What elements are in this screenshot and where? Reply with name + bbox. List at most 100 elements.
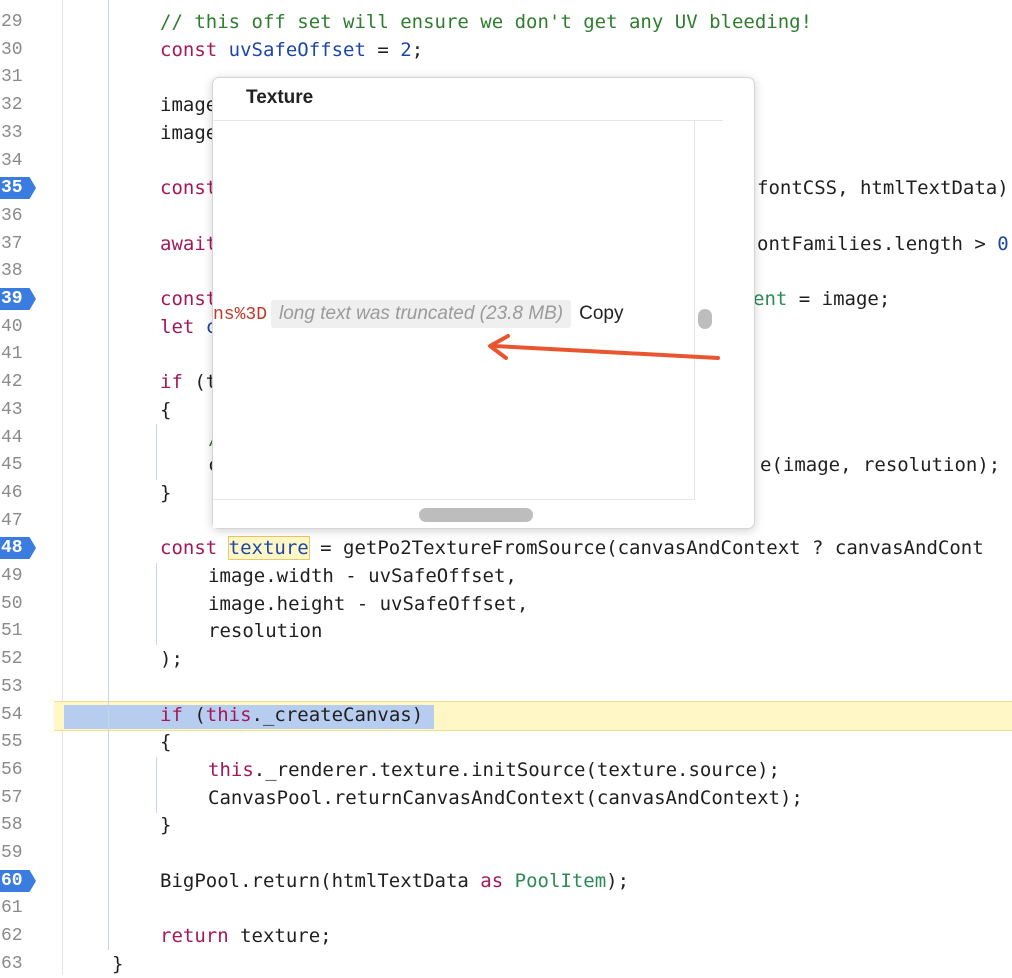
line-number-text: 41 [1, 344, 23, 364]
code-line[interactable]: 53 [0, 673, 1012, 701]
line-number[interactable]: 37 [0, 230, 41, 258]
line-number[interactable]: 55 [0, 728, 41, 756]
code-token: BigPool.return(htmlTextData [160, 870, 481, 892]
line-number[interactable]: 53 [0, 673, 41, 701]
line-number[interactable]: 49 [0, 562, 41, 590]
line-number[interactable]: 50 [0, 590, 41, 618]
code-line[interactable]: 59 [0, 839, 1012, 867]
line-number[interactable]: 44 [0, 424, 41, 452]
code-token: } [160, 482, 172, 504]
line-number[interactable]: 34 [0, 147, 41, 175]
line-number-text: 31 [1, 67, 23, 87]
line-number[interactable]: 59 [0, 839, 41, 867]
code-text: { [160, 396, 171, 424]
code-line[interactable]: 60 BigPool.return(htmlTextData as PoolIte… [0, 867, 1012, 895]
code-text: image [160, 91, 217, 119]
line-number-text: 39 [1, 289, 23, 309]
line-number[interactable]: 31 [0, 63, 41, 91]
breakpoint-marker[interactable]: 39 [0, 285, 41, 313]
code-token: } [112, 953, 124, 975]
code-line[interactable]: 30 const uvSafeOffset = 2; [0, 36, 1012, 64]
line-number-text: 34 [1, 151, 23, 171]
code-token: this [205, 704, 252, 726]
line-number-text: 37 [1, 234, 23, 254]
line-number[interactable]: 61 [0, 894, 41, 922]
line-number[interactable]: 33 [0, 119, 41, 147]
code-line[interactable]: 48 const texture = getPo2TextureFromSourc… [0, 534, 1012, 562]
code-token: 0 [997, 233, 1009, 255]
code-text: ontFamilies.length > 0) [757, 230, 1012, 258]
line-number[interactable]: 54 [0, 701, 41, 729]
code-text: const [160, 174, 217, 202]
line-number[interactable]: 57 [0, 784, 41, 812]
value-prefix: ns%3D [213, 305, 268, 325]
code-line[interactable]: 52); [0, 645, 1012, 673]
code-line[interactable]: 58} [0, 811, 1012, 839]
code-text: resolution [208, 617, 322, 645]
code-line[interactable]: 51 resolution [0, 617, 1012, 645]
code-token: image [160, 122, 218, 144]
line-number-text: 60 [1, 871, 23, 891]
line-number[interactable]: 36 [0, 202, 41, 230]
code-token: image [160, 94, 218, 116]
texture-hover-popover[interactable]: Texture ns%3D long text was truncated (23… [212, 77, 755, 529]
code-line[interactable]: 49 image.width - uvSafeOffset, [0, 562, 1012, 590]
popover-body[interactable]: ns%3D long text was truncated (23.8 MB) Co… [213, 120, 723, 528]
line-number-text: 36 [1, 206, 23, 226]
code-text: this._renderer.texture.initSource(textur… [208, 756, 780, 784]
line-number[interactable]: 43 [0, 396, 41, 424]
code-token: ent [753, 288, 788, 310]
code-token: ._renderer.texture.initSource(texture.so… [253, 759, 780, 781]
line-number[interactable]: 32 [0, 91, 41, 119]
code-line[interactable]: 62 return texture; [0, 922, 1012, 950]
line-number[interactable]: 51 [0, 617, 41, 645]
line-number[interactable]: 29 [0, 8, 41, 36]
code-line[interactable]: 50 image.height - uvSafeOffset, [0, 590, 1012, 618]
code-token: ._createCanvas) [251, 704, 424, 726]
code-token: this [208, 759, 254, 781]
code-line[interactable]: 55 { [0, 728, 1012, 756]
breakpoint-marker[interactable]: 48 [0, 534, 41, 562]
code-token: as [480, 870, 504, 892]
code-text: e(image, resolution); [760, 451, 1000, 479]
code-line[interactable]: 29 // this off set will ensure we don't g… [0, 8, 1012, 36]
code-token: image.width - uvSafeOffset, [208, 565, 517, 587]
line-number[interactable]: 45 [0, 451, 41, 479]
line-number[interactable]: 56 [0, 756, 41, 784]
code-token: = getPo2TextureFromSource(canvasAndConte… [308, 537, 984, 559]
line-number-text: 53 [1, 677, 23, 697]
line-number[interactable]: 62 [0, 922, 41, 950]
line-number[interactable]: 42 [0, 368, 41, 396]
horizontal-scrollbar-thumb[interactable] [419, 508, 533, 522]
breakpoint-marker[interactable]: 60 [0, 867, 41, 895]
line-number[interactable]: 52 [0, 645, 41, 673]
code-text: const [160, 285, 217, 313]
code-line[interactable]: 61 [0, 894, 1012, 922]
breakpoint-marker[interactable]: 35 [0, 174, 41, 202]
code-text: const texture = getPo2TextureFromSource(… [160, 534, 984, 562]
code-text: fontCSS, htmlTextData) [757, 174, 1009, 202]
code-token: CanvasPool.returnCanvasAndContext(canvas… [208, 787, 803, 809]
code-token: ); [160, 648, 183, 670]
line-number[interactable]: 46 [0, 479, 41, 507]
line-number-text: 59 [1, 843, 23, 863]
line-number-text: 43 [1, 400, 23, 420]
code-line[interactable]: 57 CanvasPool.returnCanvasAndContext(canv… [0, 784, 1012, 812]
line-number[interactable]: 38 [0, 257, 41, 285]
code-token: uvSafeOffset [228, 39, 366, 61]
code-text: ent = image; [753, 285, 890, 313]
line-number[interactable]: 41 [0, 340, 41, 368]
line-number[interactable]: 30 [0, 36, 41, 64]
code-token: ); [606, 870, 630, 892]
vertical-scrollbar-thumb[interactable] [698, 309, 712, 329]
line-number[interactable]: 58 [0, 811, 41, 839]
code-text: // this off set will ensure we don't get… [160, 8, 812, 36]
code-line[interactable]: 54 if (this._createCanvas) [0, 701, 1012, 729]
copy-button[interactable]: Copy [579, 299, 623, 329]
line-number[interactable]: 47 [0, 507, 41, 535]
code-line[interactable]: 56 this._renderer.texture.initSource(text… [0, 756, 1012, 784]
line-number-text: 35 [1, 178, 23, 198]
line-number[interactable]: 40 [0, 313, 41, 341]
